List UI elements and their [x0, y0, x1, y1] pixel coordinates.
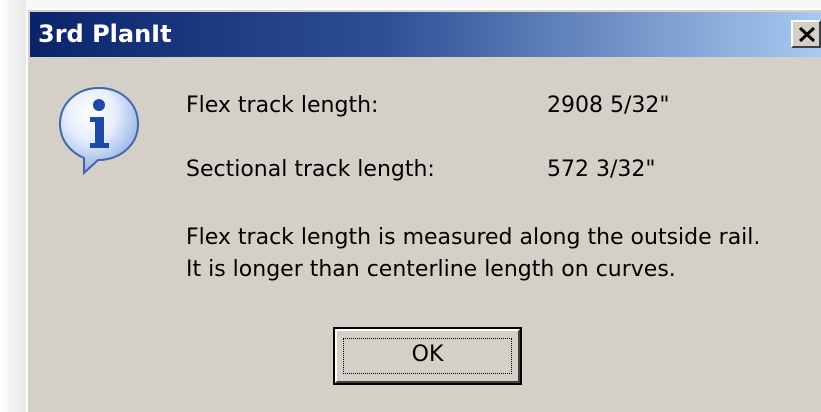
- background-left: [0, 0, 26, 412]
- track-length-note: Flex track length is measured along the …: [186, 222, 760, 286]
- ok-button-label: OK: [411, 342, 444, 367]
- note-line-1: Flex track length is measured along the …: [186, 225, 761, 250]
- close-button[interactable]: [791, 20, 821, 48]
- note-line-2: It is longer than centerline length on c…: [186, 257, 676, 282]
- background-top: [0, 0, 821, 8]
- close-icon: [798, 26, 816, 43]
- sectional-track-value: 572 3/32": [547, 157, 656, 182]
- sectional-track-label: Sectional track length:: [186, 157, 435, 182]
- flex-track-value: 2908 5/32": [547, 93, 670, 118]
- title-bar[interactable]: 3rd PlanIt: [30, 12, 821, 57]
- info-icon: [58, 86, 140, 176]
- flex-track-label: Flex track length:: [186, 93, 379, 118]
- ok-button[interactable]: OK: [333, 327, 522, 385]
- dialog-window: 3rd PlanIt Flex track length: 2908 5/32"…: [26, 8, 821, 412]
- dialog-title: 3rd PlanIt: [38, 20, 172, 48]
